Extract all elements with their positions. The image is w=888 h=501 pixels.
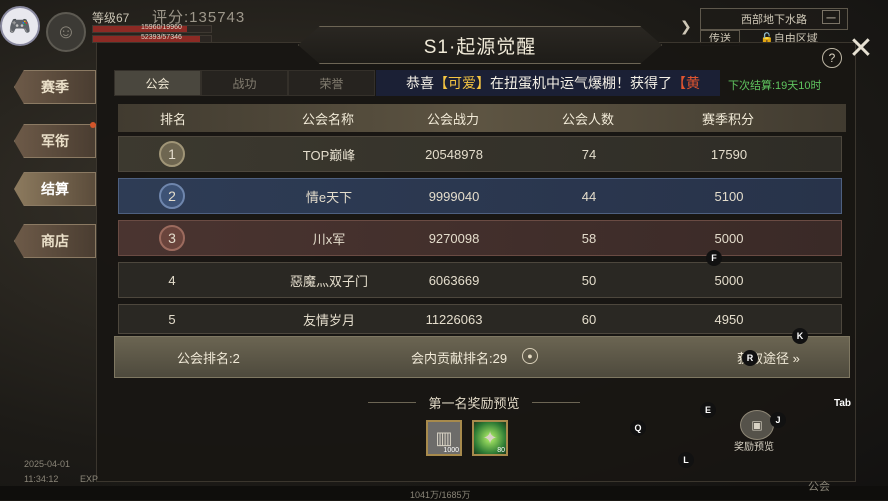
tab-guild[interactable]: 公会 [114,70,201,96]
guild-members: 44 [581,188,597,204]
hotkey-e: E [700,402,716,418]
hotkey-f: F [706,250,722,266]
hp-bar: 15960/19960 [92,24,212,33]
guild-members: 50 [581,272,597,288]
close-icon[interactable]: ✕ [846,34,876,64]
guild-power: 9270098 [428,230,480,246]
guild-name: 情e天下 [305,189,353,205]
rank-medal: 3 [159,225,185,251]
col-guild-power: 公会战力 [426,111,479,127]
guild-members: 60 [581,311,597,327]
gamepad-icon[interactable]: 🎮 [0,6,40,46]
guild-members: 74 [581,146,597,162]
time-text: 11:34:12 [24,474,59,484]
col-guild-name: 公会名称 [301,111,354,127]
side-tab-season[interactable]: 赛季 [14,70,96,104]
guild-power: 20548978 [425,146,483,162]
hotkey-q: Q [630,420,646,436]
chest-icon: ▣ [751,418,763,432]
guild-rank: 公会排名:2 [177,350,240,366]
table-row[interactable]: 4 惡魔灬双子门 6063669 50 5000 [118,262,842,298]
tab-honor[interactable]: 荣誉 [288,70,375,96]
player-level: 等级67 [92,11,130,25]
reward-preview-title: 第一名奖励预览 [368,392,580,412]
next-settlement-timer: 下次结算:19天10时 [728,80,822,92]
season-points: 5000 [714,272,744,288]
bullet-icon: ▥ [435,427,453,448]
table-row[interactable]: 5 友情岁月 11226063 60 4950 [118,304,842,334]
minimap-minimize-button[interactable]: 一 [822,10,840,25]
announcement-marquee: 恭喜 【可爱】 在扭蛋机中运气爆棚！获得了 【黄 [376,70,720,96]
tab-merit[interactable]: 战功 [201,70,288,96]
hotkey-l: L [678,452,694,468]
panel-title: S1·起源觉醒 [298,26,662,64]
gem-icon: ✦ [482,427,498,448]
table-row[interactable]: 3 川x军 9270098 58 5000 [118,220,842,256]
guild-name: 惡魔灬双子门 [289,273,368,289]
table-row[interactable]: 1 TOP巅峰 20548978 74 17590 [118,136,842,172]
reward-preview-label: 奖励预览 [734,442,774,453]
hotkey-r: R [742,350,758,366]
season-points: 5100 [714,188,744,204]
guild-summary-bar: 公会排名:2 会内贡献排名:29 获取途径 » [114,336,850,378]
side-tab-rank[interactable]: 军衔 [14,124,96,158]
guild-total-text: 1041万/1685万 [410,490,471,500]
guild-power: 9999040 [428,188,480,204]
col-rank: 排名 [159,111,186,127]
guild-name: 川x军 [312,231,346,247]
season-points: 17590 [710,146,748,162]
rank-medal: 2 [159,183,185,209]
guild-power: 6063669 [428,272,480,288]
hotkey-j: J [770,412,786,428]
panel-tabs: 公会 战功 荣誉 [114,70,375,96]
hotkey-k: K [792,328,808,344]
date-text: 2025-04-01 [24,459,71,469]
rank-number: 5 [168,311,176,327]
double-chevron-right-icon: » [792,350,800,366]
bullet-item[interactable]: ▥ 1000 [426,420,462,456]
season-points: 5000 [714,230,744,246]
guild-name: TOP巅峰 [302,147,356,163]
side-tab-settlement[interactable]: 结算 [14,172,96,206]
table-row[interactable]: 2 情e天下 9999040 44 5100 [118,178,842,214]
season-points: 4950 [714,311,744,327]
side-tab-shop[interactable]: 商店 [14,224,96,258]
table-header: 排名 公会名称 公会战力 公会人数 赛季积分 [118,104,846,132]
reward-preview-button[interactable]: ▣ [740,410,774,440]
guild-label: 公会 [808,481,830,493]
guild-members: 58 [581,230,597,246]
rank-medal: 1 [159,141,185,167]
guild-power: 11226063 [425,311,483,327]
eye-icon[interactable]: ● [522,348,538,364]
help-icon[interactable]: ? [822,48,842,68]
col-season-points: 赛季积分 [701,111,754,127]
hotkey-tab: Tab [834,398,852,409]
exp-label: EXP [80,474,99,484]
col-guild-members: 公会人数 [561,111,614,127]
chevron-right-icon[interactable]: ❯ [680,18,692,35]
green-gem-item[interactable]: ✦ 80 [472,420,508,456]
guild-name: 友情岁月 [302,312,355,328]
contribution-rank: 会内贡献排名:29 [411,350,508,366]
rank-number: 4 [168,272,176,288]
player-avatar[interactable]: ☺ [46,12,86,52]
